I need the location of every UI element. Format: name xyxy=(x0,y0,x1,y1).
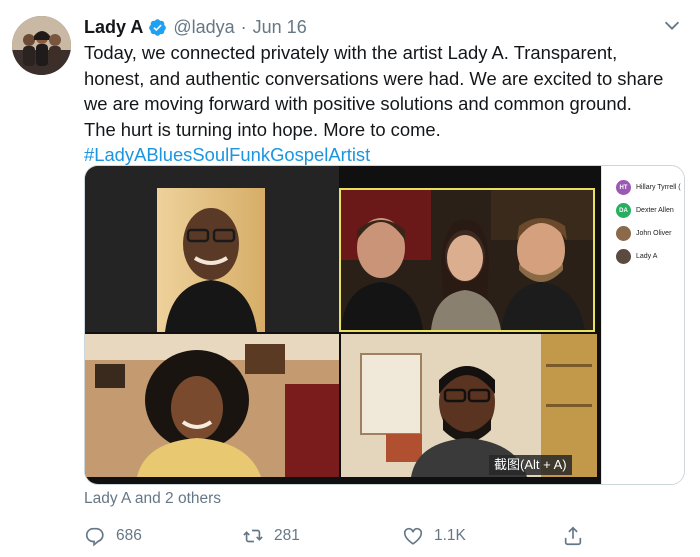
author-name[interactable]: Lady A xyxy=(84,17,143,38)
author-handle[interactable]: @ladya xyxy=(173,17,234,38)
participant-initials-badge: DA xyxy=(616,203,631,218)
participant-name: John Oliver xyxy=(636,230,672,237)
participant-video xyxy=(157,188,265,332)
video-tile-active-speaker xyxy=(339,188,595,332)
tweet-text-line: we are moving forward with positive solu… xyxy=(84,93,632,114)
like-button[interactable]: 1.1K xyxy=(402,522,466,550)
author-avatar[interactable] xyxy=(12,16,71,75)
video-tile-participant-1 xyxy=(85,166,339,332)
tweet-text-line: The hurt is turning into hope. More to c… xyxy=(84,118,441,140)
share-button[interactable] xyxy=(562,522,594,550)
participant-item[interactable]: DA Dexter Allen xyxy=(616,203,674,218)
video-grid: 截图(Alt + A) xyxy=(85,166,601,484)
tweet-text: Today, we connected privately with the a… xyxy=(84,40,684,168)
share-icon xyxy=(564,526,582,546)
participant-avatar xyxy=(616,249,631,264)
participant-video xyxy=(85,334,339,477)
tweet-action-bar: 686 281 1.1K xyxy=(84,522,594,550)
tweet-text-line: honest, and authentic conversations were… xyxy=(84,67,664,89)
participant-name: Lady A xyxy=(636,253,658,260)
hashtag-link[interactable]: #LadyABluesSoulFunkGospelArtist xyxy=(84,142,684,168)
participant-item[interactable]: Lady A xyxy=(616,249,657,264)
tweet-media-image[interactable]: 截图(Alt + A) HT Hillary Tyrrell ( DA Dext… xyxy=(84,165,685,485)
participant-initials-badge: HT xyxy=(616,180,631,195)
tweet-text-line: Today, we connected privately with the a… xyxy=(84,42,618,63)
retweet-count: 281 xyxy=(274,527,300,544)
verified-badge-icon xyxy=(149,18,167,36)
reply-button[interactable]: 686 xyxy=(84,522,142,550)
participant-item[interactable]: John Oliver xyxy=(616,226,671,241)
participant-name: Hillary Tyrrell ( xyxy=(636,184,681,191)
reply-count: 686 xyxy=(116,527,142,544)
participant-name: Dexter Allen xyxy=(636,207,674,214)
participant-video xyxy=(341,190,593,330)
tweet-header: Lady A @ladya · Jun 16 xyxy=(84,14,307,40)
band-photo-icon xyxy=(12,16,71,75)
retweet-icon xyxy=(243,529,263,543)
participant-item[interactable]: HT Hillary Tyrrell ( xyxy=(616,180,681,195)
separator-dot: · xyxy=(240,16,247,37)
chevron-down-icon[interactable] xyxy=(661,14,683,36)
participant-avatar xyxy=(616,226,631,241)
tweet-date[interactable]: Jun 16 xyxy=(253,17,307,38)
reply-icon xyxy=(85,527,104,547)
liked-by-link[interactable]: Lady A and 2 others xyxy=(84,490,221,508)
like-count: 1.1K xyxy=(434,527,466,544)
retweet-button[interactable]: 281 xyxy=(242,522,300,550)
screenshot-shortcut-hint: 截图(Alt + A) xyxy=(489,455,572,475)
video-tile-participant-3 xyxy=(85,334,339,477)
heart-icon xyxy=(403,527,423,545)
participants-panel: HT Hillary Tyrrell ( DA Dexter Allen Joh… xyxy=(601,166,684,484)
